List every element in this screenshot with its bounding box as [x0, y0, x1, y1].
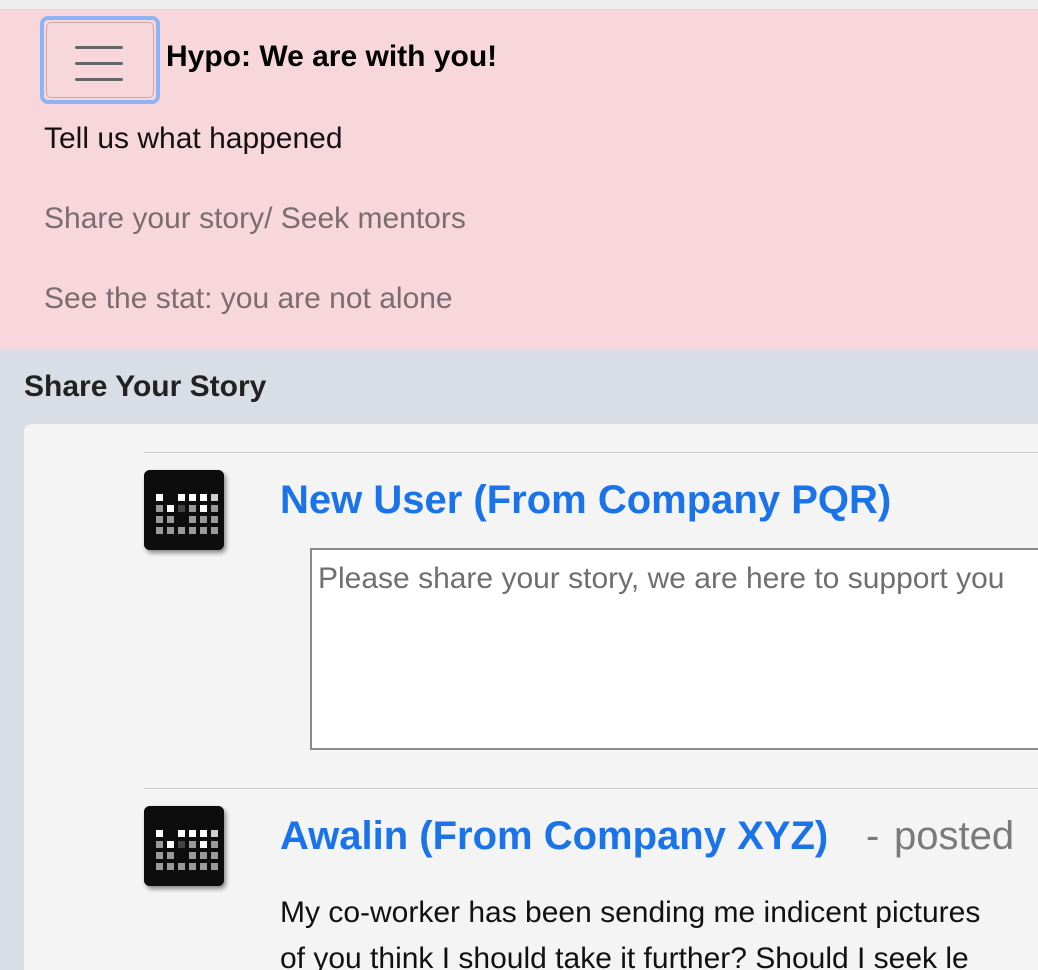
equalizer-app-icon [144, 806, 224, 886]
post-separator: - [866, 814, 880, 858]
post-meta: posted [894, 814, 1015, 858]
new-post-author[interactable]: New User (From Company PQR) [280, 478, 891, 523]
equalizer-app-icon [144, 470, 224, 550]
brand-title[interactable]: Hypo: We are with you! [166, 40, 497, 74]
post-body-line: of you think I should take it further? S… [280, 942, 969, 970]
post-body: My co-worker has been sending me indicen… [280, 890, 1038, 970]
story-input[interactable] [310, 548, 1038, 750]
post-body-line: My co-worker has been sending me indicen… [280, 896, 981, 929]
post-author[interactable]: Awalin (From Company XYZ) [280, 814, 828, 859]
nav-link-tell-us[interactable]: Tell us what happened [44, 122, 343, 156]
divider [144, 788, 1038, 789]
section-title: Share Your Story [24, 370, 267, 403]
navbar-toggle-button[interactable] [40, 16, 160, 104]
toggle-button-frame [46, 22, 154, 98]
story-card: New User (From Company PQR) Awalin (From… [24, 424, 1038, 970]
browser-top-edge [0, 0, 1038, 10]
divider [144, 452, 1038, 453]
navbar: Hypo: We are with you! Tell us what happ… [0, 10, 1038, 350]
nav-link-stats[interactable]: See the stat: you are not alone [44, 282, 453, 316]
nav-link-share-story[interactable]: Share your story/ Seek mentors [44, 202, 466, 236]
